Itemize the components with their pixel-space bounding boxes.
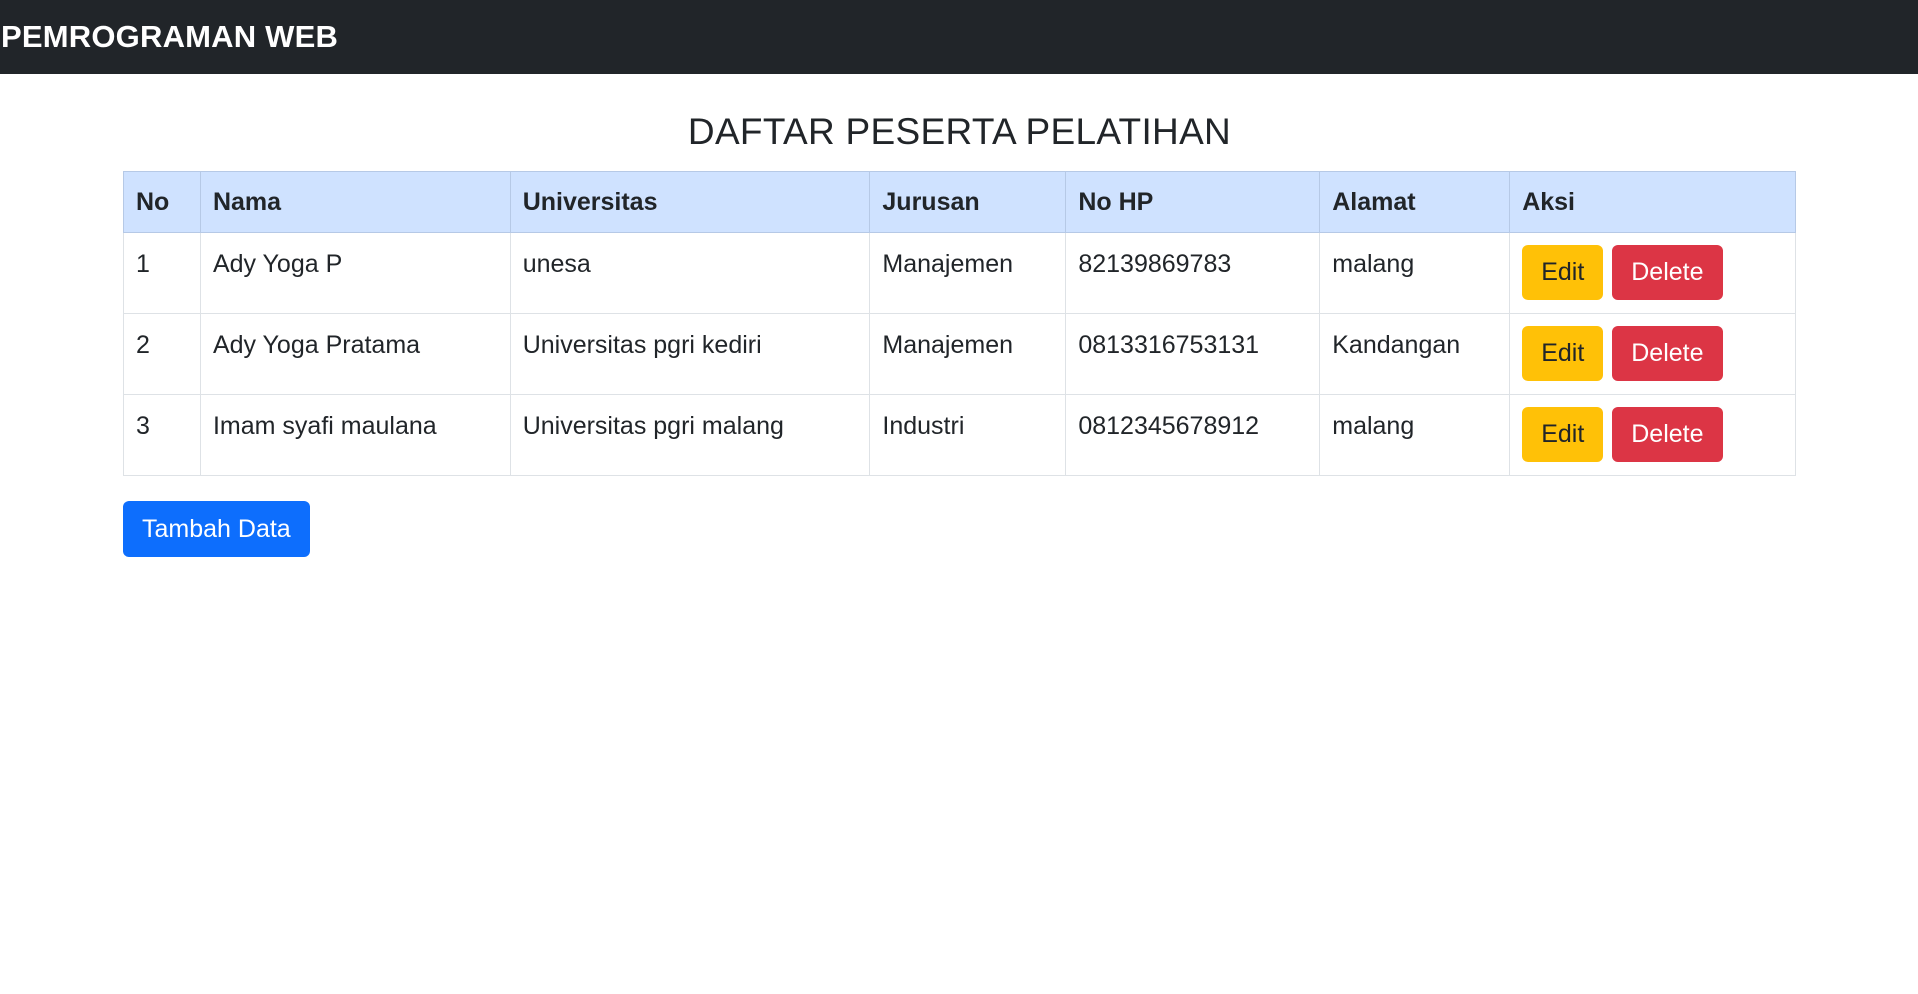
- table-header-row: No Nama Universitas Jurusan No HP Alamat…: [123, 171, 1796, 233]
- cell-no: 3: [123, 394, 201, 476]
- page-title: DAFTAR PESERTA PELATIHAN: [687, 111, 1232, 152]
- navbar: PEMROGRAMAN WEB: [0, 0, 1918, 74]
- table-row: 3 Imam syafi maulana Universitas pgri ma…: [123, 394, 1796, 476]
- cell-no-hp: 0813316753131: [1065, 313, 1321, 395]
- cell-universitas: Universitas pgri kediri: [509, 313, 871, 395]
- cell-no-hp: 82139869783: [1065, 232, 1321, 314]
- column-header-jurusan: Jurusan: [869, 171, 1067, 233]
- participants-table: No Nama Universitas Jurusan No HP Alamat…: [123, 171, 1796, 476]
- cell-jurusan: Manajemen: [869, 232, 1067, 314]
- main-container: DAFTAR PESERTA PELATIHAN No Nama Univers…: [123, 74, 1796, 557]
- navbar-brand[interactable]: PEMROGRAMAN WEB: [1, 19, 338, 55]
- delete-button[interactable]: Delete: [1612, 245, 1723, 300]
- column-header-aksi: Aksi: [1509, 171, 1796, 233]
- table-row: 2 Ady Yoga Pratama Universitas pgri kedi…: [123, 313, 1796, 395]
- table-row: 1 Ady Yoga P unesa Manajemen 82139869783…: [123, 232, 1796, 314]
- column-header-nama: Nama: [199, 171, 511, 233]
- cell-universitas: unesa: [509, 232, 871, 314]
- cell-alamat: malang: [1319, 394, 1511, 476]
- cell-aksi: Edit Delete: [1509, 313, 1796, 395]
- cell-alamat: Kandangan: [1319, 313, 1511, 395]
- cell-alamat: malang: [1319, 232, 1511, 314]
- cell-nama: Ady Yoga Pratama: [199, 313, 511, 395]
- cell-nama: Ady Yoga P: [199, 232, 511, 314]
- column-header-no-hp: No HP: [1065, 171, 1321, 233]
- cell-no: 1: [123, 232, 201, 314]
- column-header-universitas: Universitas: [509, 171, 871, 233]
- cell-jurusan: Manajemen: [869, 313, 1067, 395]
- edit-button[interactable]: Edit: [1522, 245, 1604, 300]
- column-header-no: No: [123, 171, 201, 233]
- column-header-alamat: Alamat: [1319, 171, 1511, 233]
- cell-no-hp: 0812345678912: [1065, 394, 1321, 476]
- cell-universitas: Universitas pgri malang: [509, 394, 871, 476]
- cell-aksi: Edit Delete: [1509, 394, 1796, 476]
- delete-button[interactable]: Delete: [1612, 326, 1723, 381]
- edit-button[interactable]: Edit: [1522, 326, 1604, 381]
- edit-button[interactable]: Edit: [1522, 407, 1604, 462]
- cell-nama: Imam syafi maulana: [199, 394, 511, 476]
- cell-no: 2: [123, 313, 201, 395]
- cell-aksi: Edit Delete: [1509, 232, 1796, 314]
- delete-button[interactable]: Delete: [1612, 407, 1723, 462]
- add-data-button[interactable]: Tambah Data: [123, 501, 310, 557]
- cell-jurusan: Industri: [869, 394, 1067, 476]
